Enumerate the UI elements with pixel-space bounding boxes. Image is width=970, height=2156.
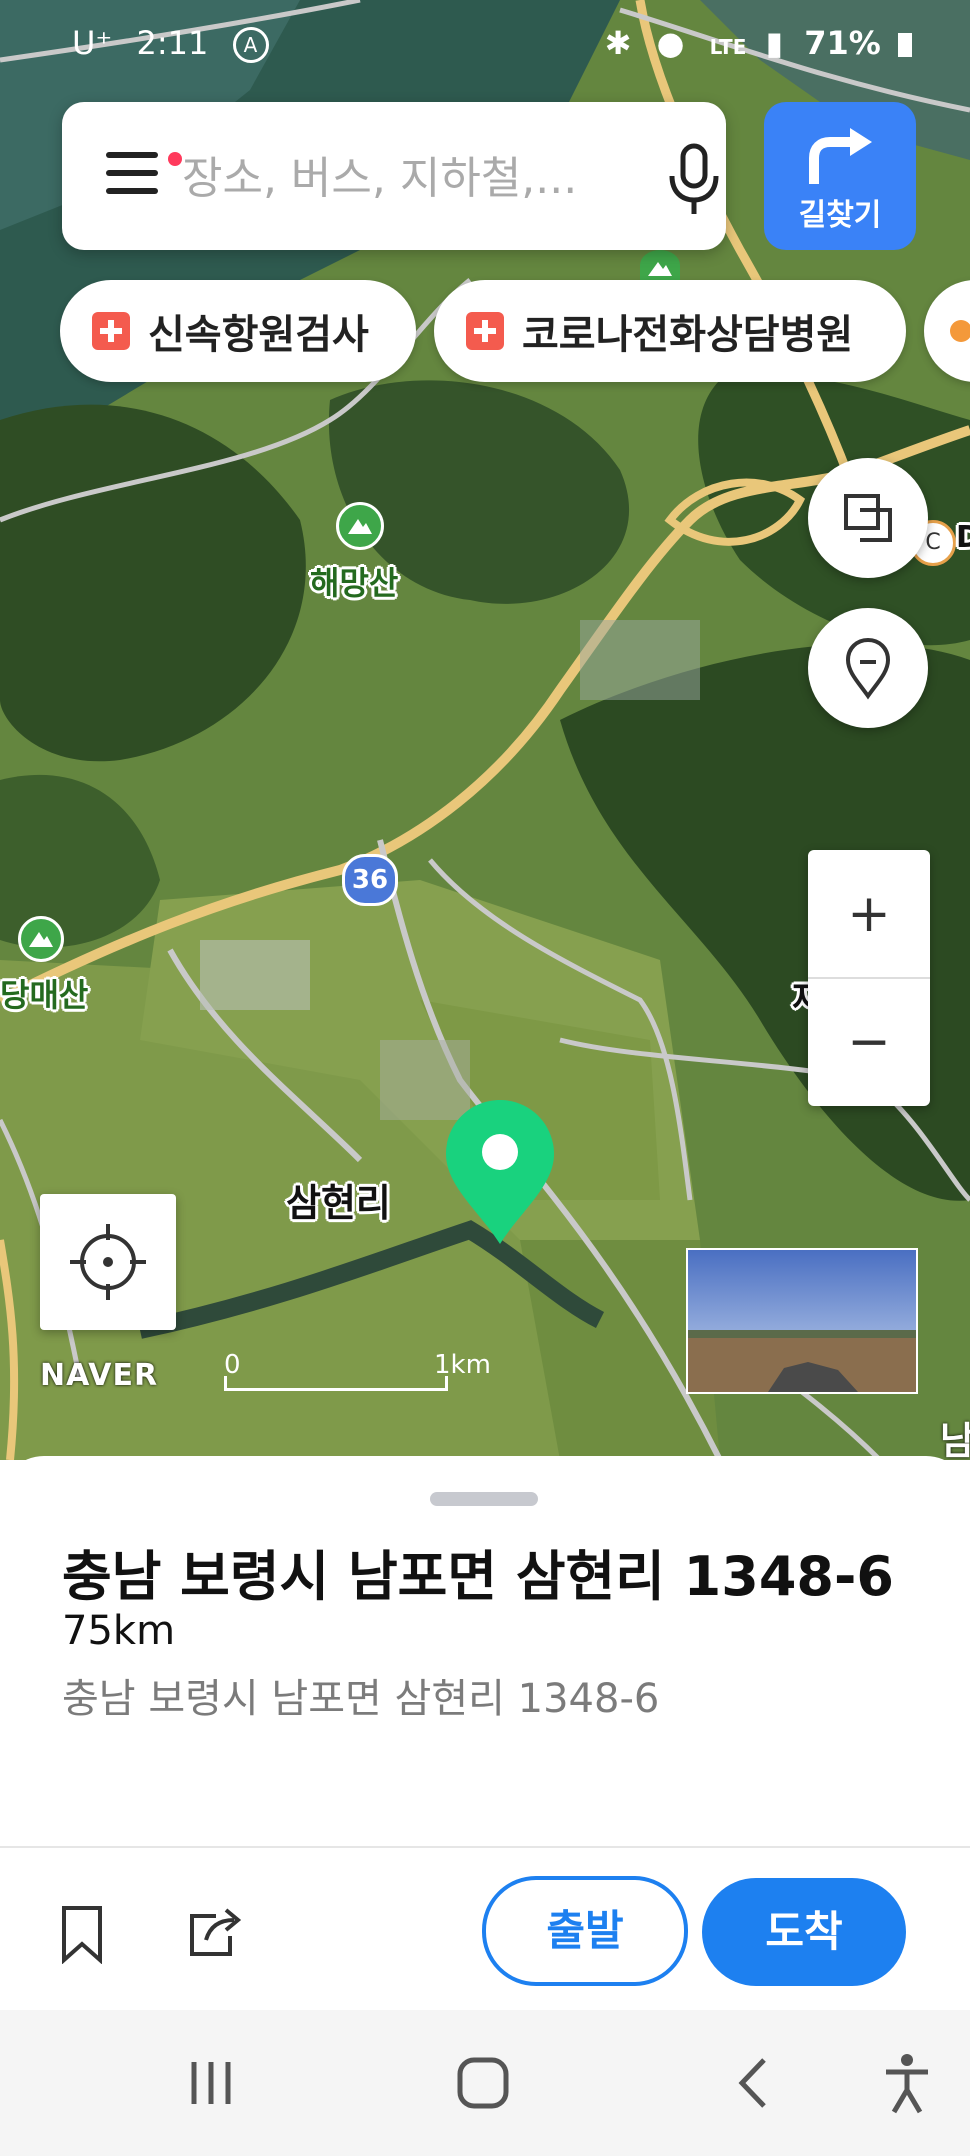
crosshair-icon	[70, 1224, 146, 1300]
village-label: 삼현리	[286, 1181, 391, 1225]
edge-map-label: D	[956, 520, 970, 555]
home-icon[interactable]	[448, 2048, 518, 2118]
set-destination-button[interactable]: 도착	[702, 1878, 906, 1986]
mountain-label: 당매산	[0, 976, 89, 1014]
battery-level: 71%	[804, 24, 881, 62]
location-marker-icon[interactable]	[440, 1096, 560, 1246]
back-icon[interactable]	[720, 2048, 790, 2118]
status-left: U⁺ 2:11 A	[72, 24, 269, 63]
directions-button[interactable]: 길찾기	[764, 102, 916, 250]
place-pin-button[interactable]	[808, 608, 928, 728]
chip-label: 신속항원검사	[148, 312, 369, 358]
location-status-icon: A	[232, 27, 269, 63]
sheet-drag-handle[interactable]	[430, 1492, 538, 1506]
zoom-in-button[interactable]: +	[808, 850, 930, 978]
place-title: 충남 보령시 남포면 삼현리 1348-6	[62, 1545, 894, 1608]
street-view-thumbnail[interactable]	[686, 1248, 918, 1394]
naver-logo: NAVER	[40, 1358, 159, 1393]
place-address: 충남 보령시 남포면 삼현리 1348-6	[62, 1676, 660, 1722]
mountain-icon	[336, 502, 384, 550]
mountain-icon	[640, 250, 680, 280]
layers-icon	[844, 494, 892, 542]
place-distance: 75km	[62, 1608, 176, 1654]
network-type: LTE	[709, 35, 747, 59]
road-number-badge: 36	[342, 854, 398, 906]
microphone-icon[interactable]	[662, 142, 726, 218]
medical-cross-icon	[92, 312, 130, 350]
accessibility-icon[interactable]	[872, 2048, 942, 2118]
zoom-out-button[interactable]: −	[808, 978, 930, 1106]
turn-right-arrow-icon	[809, 128, 872, 184]
system-navigation-bar	[0, 2010, 970, 2156]
battery-icon	[898, 33, 912, 57]
chip-label: 코로나전화상담병원	[522, 312, 854, 358]
mountain-label: 해망산	[310, 564, 399, 602]
category-icon	[950, 320, 970, 342]
scale-bar: 0 1km	[224, 1350, 491, 1391]
status-bar: U⁺ 2:11 A ✱ ● LTE ▮ 71%	[0, 0, 970, 86]
status-right: ✱ ● LTE ▮ 71%	[605, 24, 912, 62]
minus-icon: −	[847, 1012, 891, 1072]
edge-map-label: 남	[940, 1419, 970, 1460]
medical-cross-icon	[466, 312, 504, 350]
mountain-icon	[18, 916, 64, 962]
chip-rapid-antigen-test[interactable]: 신속항원검사	[60, 280, 416, 382]
signal-icon: ▮	[765, 24, 784, 62]
map-layers-button[interactable]	[808, 458, 928, 578]
directions-label: 길찾기	[798, 198, 882, 233]
place-bottom-sheet: 충남 보령시 남포면 삼현리 1348-6 75km 충남 보령시 남포면 삼현…	[0, 1456, 970, 2008]
bluetooth-icon: ✱	[604, 24, 632, 62]
divider	[0, 1846, 970, 1848]
zoom-control: + −	[808, 850, 930, 1106]
carrier-label: U⁺	[72, 24, 113, 62]
clock: 2:11	[136, 24, 209, 62]
chip-covid-phone-consult-hospital[interactable]: 코로나전화상담병원	[434, 280, 906, 382]
menu-icon[interactable]	[106, 152, 164, 200]
pin-outline-icon	[845, 637, 891, 700]
set-start-button[interactable]: 출발	[482, 1876, 688, 1986]
bookmark-icon[interactable]	[58, 1904, 106, 1965]
search-bar	[62, 102, 726, 250]
plus-icon: +	[847, 884, 891, 944]
location-pin-icon: ●	[656, 24, 685, 62]
share-icon[interactable]	[186, 1902, 244, 1960]
current-location-button[interactable]	[40, 1194, 176, 1330]
search-input[interactable]	[180, 142, 654, 214]
recent-apps-icon[interactable]	[176, 2048, 246, 2118]
